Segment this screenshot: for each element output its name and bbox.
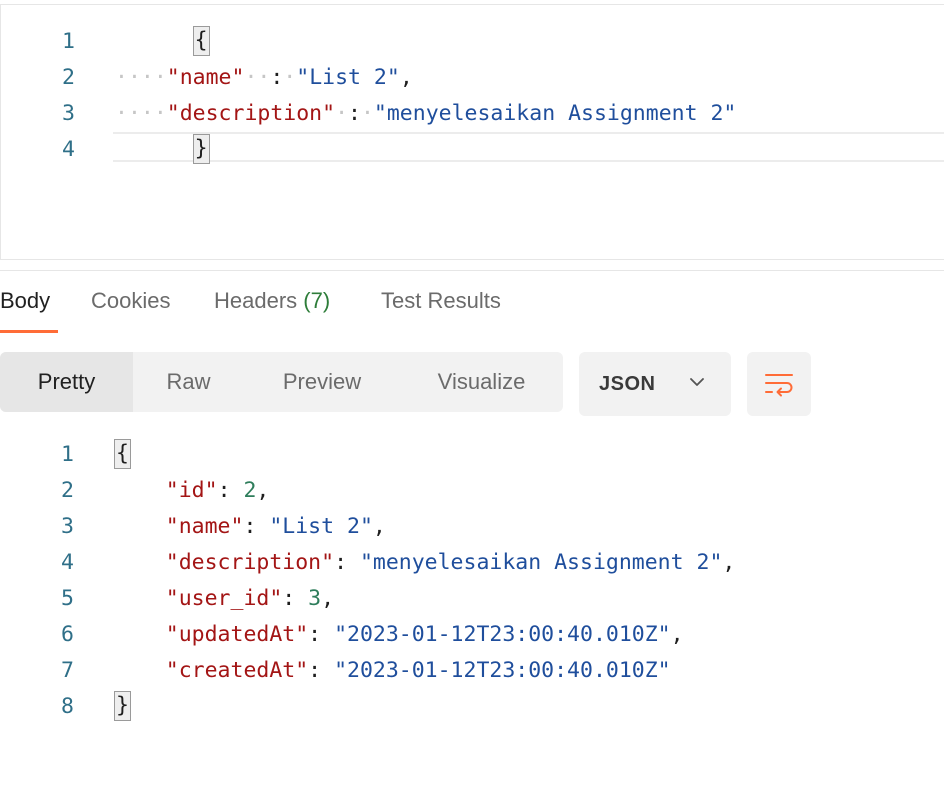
comma: , — [399, 64, 413, 90]
headers-count-badge: (7) — [303, 288, 331, 313]
colon: : — [282, 585, 309, 611]
json-number-value: 2 — [243, 477, 257, 503]
comma: , — [722, 549, 736, 575]
line-number: 2 — [61, 477, 74, 503]
tab-headers[interactable]: Headers (7) — [214, 288, 330, 314]
open-brace-match: { — [192, 26, 210, 56]
line-number: 5 — [61, 585, 74, 611]
tab-test-results[interactable]: Test Results — [381, 288, 501, 314]
request-body-editor[interactable]: 1 { 2 ····"name"··:·"List 2", 3 ····"des… — [0, 4, 944, 260]
view-mode-segmented-control: Pretty Raw Preview Visualize — [0, 352, 563, 412]
response-format-select[interactable]: JSON — [579, 352, 731, 416]
json-key: "user_id" — [165, 585, 283, 611]
comma: , — [372, 513, 386, 539]
json-string-value: "menyelesaikan Assignment 2" — [359, 549, 723, 575]
whitespace-dots: · — [283, 64, 297, 90]
comma: , — [321, 585, 335, 611]
chevron-down-icon — [690, 378, 704, 386]
colon: : — [270, 64, 284, 90]
line-number: 1 — [61, 441, 74, 467]
active-tab-indicator — [0, 330, 58, 333]
response-body-viewer[interactable]: 1 { 2 "id": 2, 3 "name": "List 2", 4 "de… — [0, 436, 944, 736]
json-key: "name" — [166, 64, 245, 90]
colon: : — [308, 657, 335, 683]
colon: : — [308, 621, 335, 647]
wrap-lines-icon — [765, 374, 793, 397]
json-key: "createdAt" — [165, 657, 309, 683]
view-mode-visualize[interactable]: Visualize — [400, 352, 563, 412]
wrap-lines-button[interactable] — [747, 352, 811, 416]
tab-headers-label: Headers — [214, 288, 298, 313]
json-key: "updatedAt" — [165, 621, 309, 647]
json-number-value: 3 — [308, 585, 322, 611]
close-brace-match: } — [114, 691, 131, 721]
line-number: 3 — [62, 100, 75, 126]
whitespace-dots: ·· — [244, 64, 271, 90]
json-key: "description" — [165, 549, 335, 575]
active-line-highlight — [113, 132, 944, 162]
tab-body[interactable]: Body — [0, 288, 50, 314]
close-brace-match: } — [192, 134, 210, 164]
colon: : — [334, 549, 360, 575]
line-number: 6 — [61, 621, 74, 647]
json-key: "id" — [165, 477, 218, 503]
json-string-value: "2023-01-12T23:00:40.010Z" — [334, 621, 671, 647]
json-string-value: "menyelesaikan Assignment 2" — [373, 100, 737, 126]
whitespace-dots: ···· — [115, 64, 167, 90]
json-string-value: "2023-01-12T23:00:40.010Z" — [334, 657, 671, 683]
format-selected-value: JSON — [599, 372, 656, 395]
view-mode-preview[interactable]: Preview — [244, 352, 400, 412]
line-number: 8 — [61, 693, 74, 719]
view-mode-pretty[interactable]: Pretty — [0, 352, 133, 412]
line-number: 4 — [62, 136, 75, 162]
line-number: 2 — [62, 64, 75, 90]
whitespace-dots: · — [360, 100, 374, 126]
json-key: "name" — [165, 513, 244, 539]
colon: : — [243, 513, 270, 539]
colon: : — [348, 100, 361, 126]
tab-cookies[interactable]: Cookies — [91, 288, 170, 314]
line-number: 4 — [61, 549, 74, 575]
response-tabs: Body Cookies Headers (7) Test Results — [0, 282, 944, 336]
json-string-value: "List 2" — [269, 513, 373, 539]
line-number: 3 — [61, 513, 74, 539]
whitespace-dots: · — [335, 100, 349, 126]
comma: , — [256, 477, 270, 503]
pane-divider[interactable] — [0, 270, 944, 271]
json-string-value: "List 2" — [296, 64, 400, 90]
line-number: 7 — [61, 657, 74, 683]
colon: : — [217, 477, 244, 503]
open-brace-match: { — [114, 439, 131, 469]
line-number: 1 — [62, 28, 75, 54]
comma: , — [670, 621, 684, 647]
view-mode-raw[interactable]: Raw — [133, 352, 244, 412]
